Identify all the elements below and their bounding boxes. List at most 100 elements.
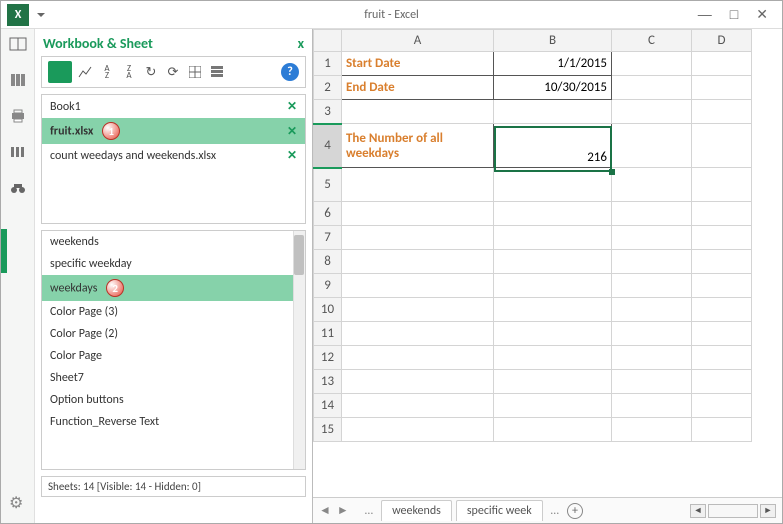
tabs-overflow-right-icon[interactable]: … (547, 504, 563, 518)
cell[interactable] (612, 370, 692, 394)
cell[interactable] (612, 346, 692, 370)
sheet-item[interactable]: Option buttons (42, 389, 305, 411)
cell[interactable] (342, 202, 494, 226)
cell[interactable] (342, 298, 494, 322)
toolbar-active-tab[interactable] (48, 61, 72, 83)
cell[interactable] (494, 250, 612, 274)
pane-collapse-handle[interactable] (1, 229, 7, 273)
row-header[interactable]: 8 (314, 250, 342, 274)
cell-A2[interactable]: End Date (342, 76, 494, 100)
cell[interactable] (494, 346, 612, 370)
cell[interactable] (692, 418, 752, 442)
scroll-left-button[interactable]: ◄ (690, 504, 706, 518)
row-header[interactable]: 9 (314, 274, 342, 298)
sheet-list[interactable]: weekends specific weekday weekdays 2 Col… (41, 230, 306, 470)
workbook-item[interactable]: fruit.xlsx 1 ✕ (42, 118, 305, 144)
qatoolbar-dropdown-icon[interactable] (37, 13, 45, 17)
sheet-item[interactable]: Color Page (2) (42, 323, 305, 345)
workbook-item[interactable]: Book1 ✕ (42, 95, 305, 118)
cell[interactable] (692, 370, 752, 394)
close-workbook-icon[interactable]: ✕ (287, 124, 297, 139)
cell[interactable] (494, 394, 612, 418)
cell[interactable] (342, 394, 494, 418)
sort-az-icon[interactable]: AZ (98, 63, 116, 81)
cell[interactable] (692, 298, 752, 322)
scroll-right-button[interactable]: ► (760, 504, 776, 518)
cell[interactable] (692, 76, 752, 100)
list-tool-icon[interactable] (208, 63, 226, 81)
cell[interactable] (342, 370, 494, 394)
row-header[interactable]: 12 (314, 346, 342, 370)
sheet-item[interactable]: specific weekday (42, 253, 305, 275)
cell[interactable] (612, 202, 692, 226)
scrollbar-thumb[interactable] (294, 235, 304, 275)
row-header[interactable]: 4 (314, 124, 342, 168)
cell[interactable] (494, 202, 612, 226)
binoculars-icon[interactable] (9, 179, 27, 197)
cell[interactable] (692, 168, 752, 202)
cell[interactable] (692, 52, 752, 76)
cell[interactable] (494, 322, 612, 346)
col-header[interactable]: D (692, 30, 752, 52)
cell[interactable] (494, 370, 612, 394)
scroll-track[interactable] (708, 504, 758, 518)
cell[interactable] (612, 76, 692, 100)
sheet-item[interactable]: weekends (42, 231, 305, 253)
grid[interactable]: A B C D 1 Start Date 1/1/2015 2 End Date… (313, 29, 782, 497)
cell[interactable] (494, 274, 612, 298)
cell[interactable] (612, 226, 692, 250)
cell[interactable] (342, 168, 494, 202)
row-header[interactable]: 3 (314, 100, 342, 124)
cell[interactable] (692, 274, 752, 298)
book-icon[interactable] (9, 35, 27, 53)
sheet-item[interactable]: weekdays 2 (42, 275, 305, 301)
row-header[interactable]: 5 (314, 168, 342, 202)
sheet-tab[interactable]: weekends (381, 500, 452, 521)
settings-gear-icon[interactable]: ⚙ (9, 493, 23, 513)
cell[interactable] (342, 322, 494, 346)
workbook-list[interactable]: Book1 ✕ fruit.xlsx 1 ✕ count weedays and… (41, 94, 306, 224)
row-header[interactable]: 10 (314, 298, 342, 322)
cell[interactable] (612, 298, 692, 322)
cell[interactable] (692, 322, 752, 346)
cell[interactable] (342, 100, 494, 124)
cell[interactable] (692, 250, 752, 274)
row-header[interactable]: 13 (314, 370, 342, 394)
cell[interactable] (612, 52, 692, 76)
row-header[interactable]: 6 (314, 202, 342, 226)
cell[interactable] (612, 394, 692, 418)
cell-B1[interactable]: 1/1/2015 (494, 52, 612, 76)
close-workbook-icon[interactable]: ✕ (287, 148, 297, 163)
refresh-icon[interactable]: ↻ (142, 63, 160, 81)
help-button[interactable]: ? (281, 63, 299, 81)
cell[interactable] (612, 274, 692, 298)
col-header[interactable]: C (612, 30, 692, 52)
fill-handle[interactable] (609, 169, 615, 175)
row-header[interactable]: 7 (314, 226, 342, 250)
row-header[interactable]: 11 (314, 322, 342, 346)
sort-za-icon[interactable]: ZA (120, 63, 138, 81)
cell[interactable] (692, 124, 752, 168)
printer-icon[interactable] (9, 107, 27, 125)
new-sheet-button[interactable]: + (567, 503, 583, 519)
horizontal-scrollbar[interactable]: ◄ ► (690, 504, 776, 518)
col-header[interactable]: B (494, 30, 612, 52)
cell[interactable] (692, 394, 752, 418)
cell[interactable] (692, 346, 752, 370)
maximize-button[interactable]: □ (730, 6, 738, 23)
cell[interactable] (494, 226, 612, 250)
cell[interactable] (494, 298, 612, 322)
sync-icon[interactable]: ⟳ (164, 63, 182, 81)
cell-A4[interactable]: The Number of all weekdays (342, 124, 494, 168)
cell-B2[interactable]: 10/30/2015 (494, 76, 612, 100)
row-header[interactable]: 15 (314, 418, 342, 442)
cell[interactable] (692, 202, 752, 226)
row-header[interactable]: 2 (314, 76, 342, 100)
sheet-item[interactable]: Color Page (3) (42, 301, 305, 323)
cell[interactable] (494, 168, 612, 202)
cell[interactable] (612, 124, 692, 168)
close-workbook-icon[interactable]: ✕ (287, 99, 297, 114)
scrollbar[interactable] (293, 231, 305, 469)
close-button[interactable]: ✕ (756, 6, 768, 23)
tab-nav-prev-icon[interactable]: ◄ (319, 503, 331, 518)
